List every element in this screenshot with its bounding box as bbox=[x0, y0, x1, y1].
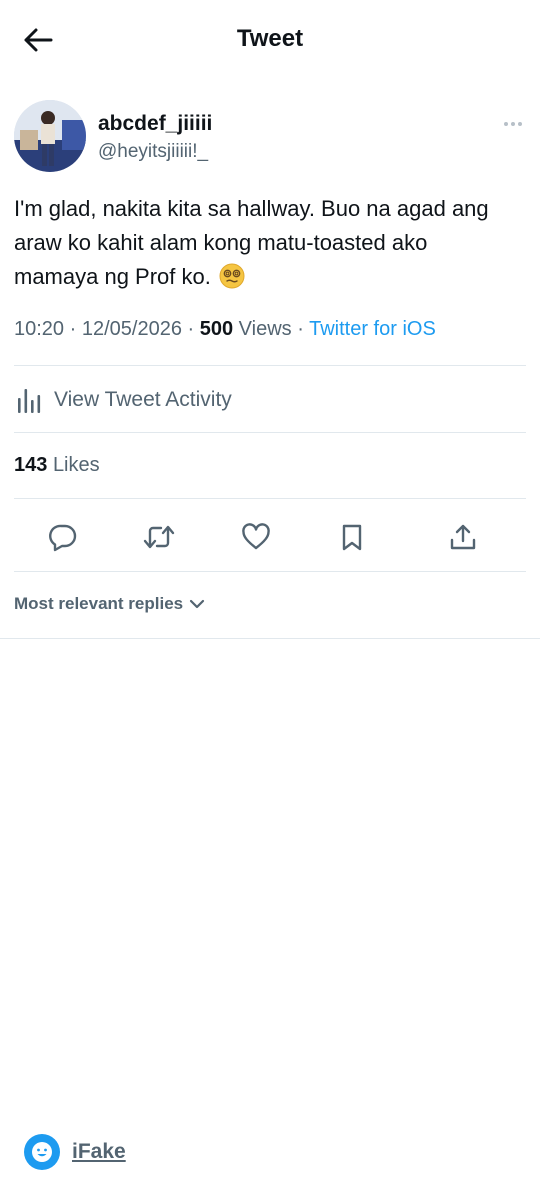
replies-sort-label: Most relevant replies bbox=[14, 594, 184, 613]
divider bbox=[14, 498, 526, 499]
tweet-author: abcdef_jiiiii @heyitsjiiiii!_ bbox=[14, 100, 526, 176]
reply-bubble-icon bbox=[49, 524, 77, 552]
watermark-brand: iFake bbox=[72, 1140, 126, 1163]
avatar[interactable] bbox=[14, 100, 86, 172]
divider bbox=[14, 571, 526, 572]
arrow-left-icon bbox=[24, 28, 53, 52]
replies-sort-dropdown[interactable]: Most relevant replies bbox=[14, 594, 207, 614]
page-title: Tweet bbox=[236, 25, 304, 52]
share-icon bbox=[450, 524, 476, 550]
share-button[interactable] bbox=[446, 520, 480, 554]
top-bar: Tweet bbox=[0, 0, 540, 80]
tweet-text: I'm glad, nakita kita sa hallway. Buo na… bbox=[14, 192, 514, 294]
retweet-icon bbox=[143, 525, 175, 549]
bookmark-button[interactable] bbox=[335, 520, 369, 554]
more-dots-icon bbox=[504, 122, 508, 126]
divider bbox=[0, 638, 540, 639]
avatar-image bbox=[14, 100, 86, 172]
views-count: 500 bbox=[199, 318, 234, 340]
tweet-date: 12/05/2026 bbox=[81, 318, 182, 340]
bar-chart-icon bbox=[18, 389, 41, 413]
like-button[interactable] bbox=[239, 520, 273, 554]
back-button[interactable] bbox=[20, 22, 56, 58]
more-options-button[interactable] bbox=[498, 114, 528, 134]
author-handle[interactable]: @heyitsjiiiii!_ bbox=[98, 141, 208, 163]
tweet-action-bar bbox=[0, 512, 540, 560]
likes-stat[interactable]: 143 Likes bbox=[14, 454, 100, 477]
dizzy-face-emoji bbox=[219, 263, 245, 289]
chevron-down-icon bbox=[190, 599, 205, 609]
likes-count: 143 bbox=[14, 454, 48, 476]
heart-icon bbox=[242, 523, 270, 550]
reply-button[interactable] bbox=[46, 520, 80, 554]
ifake-watermark: iFake bbox=[24, 1134, 126, 1170]
retweet-button[interactable] bbox=[142, 520, 176, 554]
divider bbox=[14, 365, 526, 366]
bookmark-icon bbox=[342, 524, 362, 551]
divider bbox=[14, 432, 526, 433]
view-tweet-activity-button[interactable]: View Tweet Activity bbox=[14, 382, 232, 418]
views-label: Views bbox=[238, 318, 292, 340]
ifake-logo-icon bbox=[24, 1134, 60, 1170]
tweet-source-link[interactable]: Twitter for iOS bbox=[309, 318, 436, 340]
author-display-name[interactable]: abcdef_jiiiii bbox=[98, 112, 212, 136]
tweet-time: 10:20 bbox=[14, 318, 65, 340]
tweet-meta: 10:20 · 12/05/2026 · 500 Views · Twitter… bbox=[14, 318, 436, 340]
likes-label: Likes bbox=[52, 454, 100, 476]
view-tweet-activity-label: View Tweet Activity bbox=[54, 388, 232, 411]
tweet-body: I'm glad, nakita kita sa hallway. Buo na… bbox=[14, 196, 489, 289]
